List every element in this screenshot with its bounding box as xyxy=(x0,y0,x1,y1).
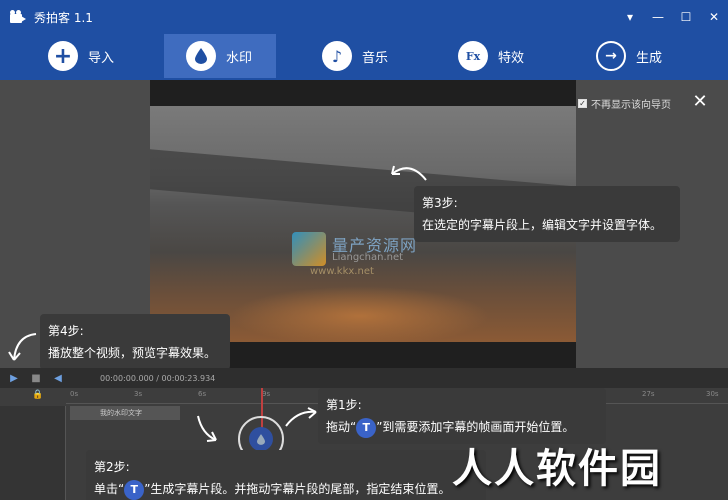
play-icon[interactable]: ▶ xyxy=(6,370,22,386)
guide-step4: 第4步: 播放整个视频，预览字幕效果。 xyxy=(40,314,230,370)
step2-body-post: ”生成字幕片段。并拖动字幕片段的尾部，指定结束位置。 xyxy=(144,482,451,496)
video-glow xyxy=(230,286,490,342)
dont-show-checkbox[interactable]: ✓ xyxy=(578,99,587,108)
ruler-tick: 30s xyxy=(706,390,719,398)
import-label: 导入 xyxy=(88,50,115,66)
generate-label: 生成 xyxy=(636,50,663,66)
curved-arrow-icon xyxy=(197,415,217,442)
guide-step2: 第2步: 单击“ T ”生成字幕片段。并拖动字幕片段的尾部，指定结束位置。 xyxy=(86,450,486,500)
dont-show-guide-option[interactable]: ✓ 不再显示该向导页 xyxy=(578,96,671,111)
player-controls: ▶ ■ ◀ 00:00:00.000 / 00:00:23.934 xyxy=(0,368,728,388)
ruler-tick: 27s xyxy=(642,390,655,398)
plus-icon: + xyxy=(48,41,78,71)
step4-title: 第4步: xyxy=(48,324,84,338)
music-button[interactable]: ♪ 音乐 xyxy=(322,34,388,78)
guide-close-button[interactable]: ✕ xyxy=(690,92,710,112)
subtitle-clip[interactable]: 我的水印文字 xyxy=(70,406,180,420)
step2-body-pre: 单击“ xyxy=(94,482,125,496)
watermark-button[interactable]: 水印 xyxy=(164,34,276,78)
step1-body-post: ”到需要添加字幕的帧画面开始位置。 xyxy=(376,420,575,434)
generate-button[interactable]: → 生成 xyxy=(596,34,662,78)
watermark-logo xyxy=(292,232,326,266)
effects-label: 特效 xyxy=(498,50,525,66)
curved-arrow-icon xyxy=(391,165,427,181)
camera-icon xyxy=(10,10,26,24)
step2-title: 第2步: xyxy=(94,460,130,474)
dont-show-label: 不再显示该向导页 xyxy=(591,100,671,111)
maximize-button[interactable]: ☐ xyxy=(672,0,700,34)
time-display: 00:00:00.000 / 00:00:23.934 xyxy=(100,373,216,383)
watermark-label: 水印 xyxy=(226,50,253,66)
ruler-tick: 6s xyxy=(198,390,207,398)
step2-body: 单击“ T ”生成字幕片段。并拖动字幕片段的尾部，指定结束位置。 xyxy=(94,478,478,500)
window-title: 秀拍客 1.1 xyxy=(34,10,93,25)
lock-icon[interactable]: 🔒 xyxy=(32,390,43,400)
window-controls: ▾ — ☐ ✕ xyxy=(616,0,728,34)
effects-button[interactable]: Fx 特效 xyxy=(458,34,524,78)
import-button[interactable]: + 导入 xyxy=(48,34,114,78)
droplet-icon xyxy=(249,427,273,451)
minimize-button[interactable]: — xyxy=(644,0,672,34)
site-watermark-overlay: 人人软件园 xyxy=(452,446,662,492)
step4-body: 播放整个视频，预览字幕效果。 xyxy=(48,346,217,360)
stop-icon[interactable]: ■ xyxy=(28,370,44,386)
curved-arrow-icon xyxy=(285,407,317,427)
watermark-sub: Liangchan.net xyxy=(332,252,404,263)
text-tool-icon: T xyxy=(124,479,145,500)
volume-icon[interactable]: ◀ xyxy=(50,370,66,386)
menu-dropdown-button[interactable]: ▾ xyxy=(616,0,644,34)
export-arrow-icon: → xyxy=(596,41,626,71)
ruler-tick: 3s xyxy=(134,390,143,398)
music-label: 音乐 xyxy=(362,50,389,66)
main-toolbar: + 导入 水印 ♪ 音乐 Fx 特效 → 生成 xyxy=(0,34,728,80)
step3-title: 第3步: xyxy=(422,196,458,210)
text-tool-icon: T xyxy=(356,417,377,438)
ruler-tick: 0s xyxy=(70,390,79,398)
step1-body-pre: 拖动“ xyxy=(326,420,357,434)
step1-title: 第1步: xyxy=(326,398,362,412)
step3-body: 在选定的字幕片段上，编辑文字并设置字体。 xyxy=(422,218,663,232)
title-bar: 秀拍客 1.1 ▾ — ☐ ✕ xyxy=(0,0,728,34)
watermark-url: www.kkx.net xyxy=(310,266,374,277)
curved-arrow-icon xyxy=(8,333,37,361)
close-button[interactable]: ✕ xyxy=(700,0,728,34)
ruler-tick: 9s xyxy=(262,390,271,398)
guide-step3: 第3步: 在选定的字幕片段上，编辑文字并设置字体。 xyxy=(414,186,680,242)
fx-icon: Fx xyxy=(458,41,488,71)
music-note-icon: ♪ xyxy=(322,41,352,71)
droplet-icon xyxy=(186,41,216,71)
step1-body: 拖动“ T ”到需要添加字幕的帧画面开始位置。 xyxy=(326,416,598,438)
track-header xyxy=(0,406,66,500)
